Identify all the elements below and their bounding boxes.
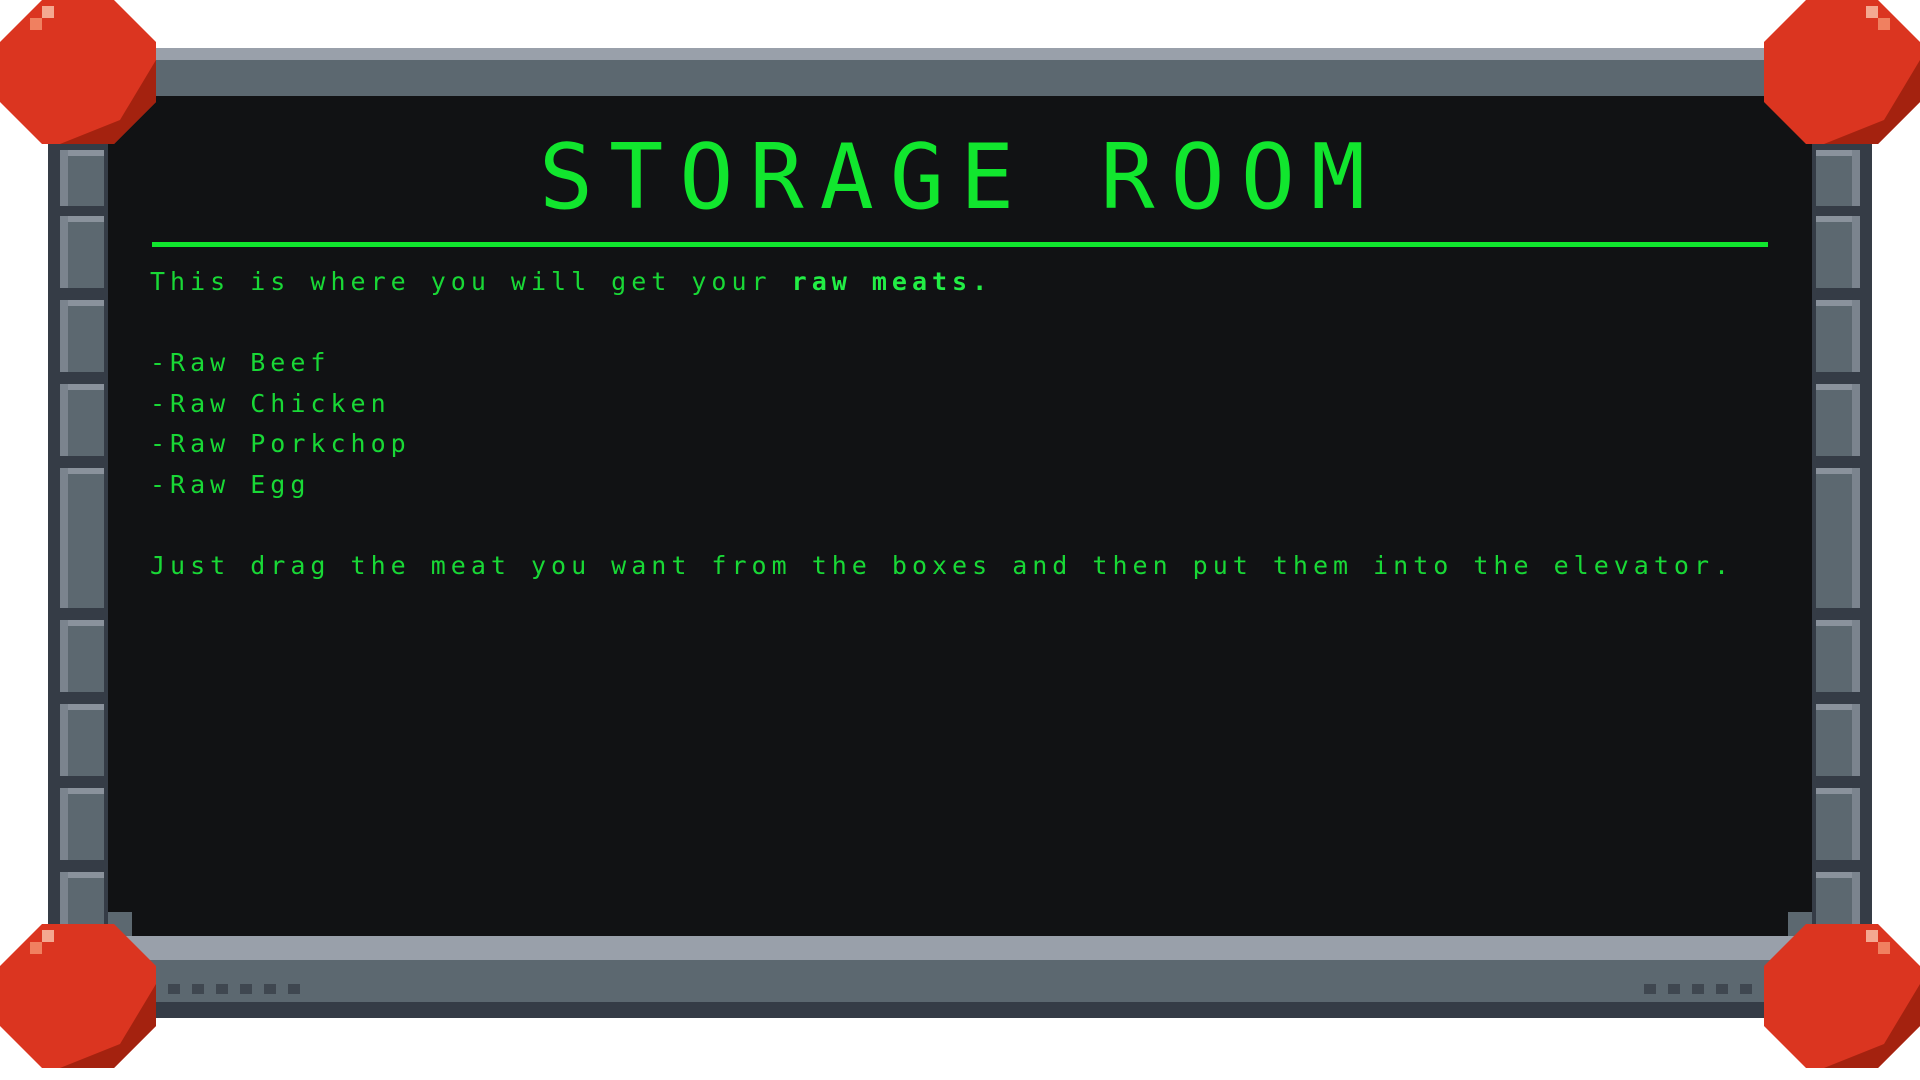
frame-left-column — [48, 150, 108, 940]
intro-text: This is where you will get your — [150, 267, 792, 296]
intro-emphasis: raw meats. — [791, 267, 993, 296]
frame-brick — [1816, 788, 1860, 860]
frame-brick — [60, 468, 104, 608]
frame-bottom-band — [108, 960, 1812, 1002]
frame-rivets-left — [168, 984, 300, 994]
page-title: STORAGE ROOM — [538, 125, 1382, 230]
frame-top-band — [60, 60, 1860, 96]
frame-top-rim — [48, 48, 1872, 60]
red-bolt-icon — [1764, 924, 1920, 1068]
frame-brick — [60, 384, 104, 456]
list-item: -Raw Porkchop — [150, 429, 411, 458]
frame-brick — [60, 788, 104, 860]
frame-brick — [1816, 300, 1860, 372]
frame-brick — [1816, 384, 1860, 456]
frame-brick — [60, 620, 104, 692]
list-item: -Raw Egg — [150, 469, 311, 499]
instructions-text: Just drag the meat you want from the box… — [150, 550, 1735, 580]
frame-brick — [60, 300, 104, 372]
screen-body: This is where you will get your raw meat… — [150, 262, 1734, 586]
frame-brick — [1816, 704, 1860, 776]
frame-brick — [60, 872, 104, 932]
frame-bottom-edge — [108, 1002, 1812, 1018]
list-item: -Raw Chicken — [150, 388, 391, 418]
red-bolt-icon — [0, 924, 156, 1068]
frame-rivets-right — [1644, 984, 1776, 994]
red-bolt-icon — [0, 0, 156, 144]
red-bolt-icon — [1764, 0, 1920, 144]
frame-brick — [60, 704, 104, 776]
frame-right-column — [1812, 150, 1872, 940]
frame-bottom-rim — [108, 936, 1812, 960]
storage-room-panel: STORAGE ROOM This is where you will get … — [0, 0, 1920, 1080]
frame-brick — [1816, 620, 1860, 692]
list-item: -Raw Beef — [150, 348, 331, 377]
intro-line: This is where you will get your raw meat… — [150, 262, 1734, 303]
title-divider — [152, 242, 1768, 247]
frame-brick — [1816, 872, 1860, 932]
frame-brick — [1816, 468, 1860, 608]
